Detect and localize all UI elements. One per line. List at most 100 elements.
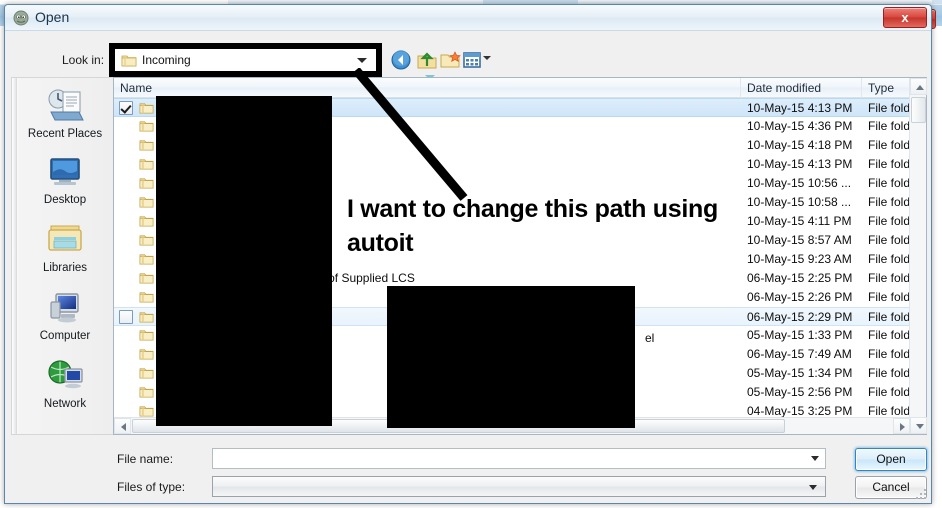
open-dialog-icon: [13, 10, 29, 26]
row-date-modified: 06-May-15 7:49 AM: [747, 347, 852, 361]
row-date-modified: 10-May-15 4:36 PM: [747, 119, 853, 133]
row-type: File fold: [868, 290, 910, 304]
dialog-close-button[interactable]: x: [883, 7, 927, 28]
row-date-modified: 05-May-15 1:33 PM: [747, 328, 853, 342]
sidebar-label-recent-places: Recent Places: [27, 128, 103, 140]
places-grip[interactable]: [12, 78, 17, 434]
folder-icon: [139, 103, 154, 114]
row-date-modified: 10-May-15 4:13 PM: [747, 101, 853, 115]
row-checkbox[interactable]: [119, 310, 133, 324]
folder-icon: [139, 254, 154, 265]
scroll-left-button[interactable]: [114, 418, 131, 434]
vertical-scrollbar[interactable]: [909, 78, 927, 434]
row-type: File fold: [868, 404, 910, 418]
vertical-scroll-thumb[interactable]: [911, 97, 926, 123]
folder-icon: [139, 178, 154, 189]
open-button[interactable]: Open: [855, 448, 927, 471]
row-date-modified: 06-May-15 2:26 PM: [747, 290, 853, 304]
file-name-label: File name:: [117, 452, 174, 466]
sidebar-label-network: Network: [43, 398, 87, 410]
dialog-titlebar: Open x: [5, 5, 931, 31]
row-type: File fold: [868, 119, 910, 133]
folder-icon: [139, 197, 154, 208]
computer-icon: [50, 293, 79, 323]
scroll-up-button[interactable]: [910, 78, 927, 95]
row-date-modified: 05-May-15 1:34 PM: [747, 366, 853, 380]
row-type: File fold: [868, 176, 910, 190]
row-type: File fold: [868, 271, 910, 285]
row-type: File fold: [868, 252, 910, 266]
row-type: File fold: [868, 385, 910, 399]
folder-icon: [139, 292, 154, 303]
redaction-box-filenames: [156, 96, 332, 426]
back-arrow-icon[interactable]: [389, 48, 413, 72]
column-header-date[interactable]: Date modified: [741, 78, 862, 98]
caret-left-icon: [121, 423, 126, 431]
recent-places-icon: [48, 89, 84, 121]
look-in-label: Look in:: [62, 53, 105, 67]
folder-icon: [139, 140, 154, 151]
sidebar-item-libraries[interactable]: Libraries: [18, 218, 112, 284]
caret-down-icon: [916, 424, 924, 429]
sidebar-label-computer: Computer: [39, 330, 91, 342]
row-type: File fold: [868, 157, 910, 171]
network-icon: [48, 360, 83, 389]
row-date-modified: 05-May-15 2:56 PM: [747, 385, 853, 399]
row-type: File fold: [868, 233, 910, 247]
scroll-down-button[interactable]: [910, 417, 927, 434]
folder-icon: [139, 349, 154, 360]
sidebar-label-desktop: Desktop: [43, 194, 87, 206]
folder-icon: [139, 216, 154, 227]
text-fragment: el: [645, 331, 655, 345]
caret-right-icon: [900, 423, 905, 431]
row-date-modified: 06-May-15 2:29 PM: [747, 310, 853, 324]
folder-icon: [139, 273, 154, 284]
row-type: File fold: [868, 195, 910, 209]
scroll-right-button[interactable]: [893, 418, 910, 434]
chevron-down-icon[interactable]: [357, 58, 367, 63]
folder-icon: [121, 55, 137, 67]
annotation-caption: I want to change this path using autoit: [347, 195, 718, 257]
sidebar-item-computer[interactable]: Computer: [18, 286, 112, 352]
libraries-icon: [48, 225, 82, 251]
redaction-box-lower: [387, 286, 635, 428]
sidebar-label-libraries: Libraries: [42, 262, 88, 274]
row-type: File fold: [868, 138, 910, 152]
files-of-type-combobox[interactable]: [212, 476, 826, 497]
views-chevron-down-icon[interactable]: [483, 56, 491, 60]
files-of-type-label: Files of type:: [117, 480, 186, 494]
folder-icon: [139, 121, 154, 132]
folder-icon: [139, 330, 154, 341]
column-header-name[interactable]: Name: [114, 78, 741, 98]
folder-icon: [139, 406, 154, 417]
row-date-modified: 10-May-15 10:56 ...: [747, 176, 852, 190]
places-sidebar: Recent Places Desktop Libraries Computer…: [11, 77, 113, 435]
row-date-modified: 06-May-15 2:25 PM: [747, 271, 853, 285]
sidebar-item-desktop[interactable]: Desktop: [18, 150, 112, 216]
column-headers: Name Date modified Type: [114, 78, 926, 98]
views-icon[interactable]: [460, 48, 484, 72]
look-in-combobox[interactable]: Incoming: [115, 49, 376, 71]
row-type: File fold: [868, 101, 910, 115]
folder-icon: [139, 387, 154, 398]
folder-icon: [139, 368, 154, 379]
row-date-modified: 04-May-15 3:25 PM: [747, 404, 853, 418]
sidebar-item-network[interactable]: Network: [18, 354, 112, 420]
folder-icon: [139, 235, 154, 246]
row-checkbox[interactable]: [119, 101, 133, 115]
desktop-icon: [50, 158, 80, 185]
row-date-modified: 10-May-15 4:18 PM: [747, 138, 853, 152]
up-one-level-icon[interactable]: [415, 48, 439, 72]
row-type: File fold: [868, 328, 910, 342]
file-name-input[interactable]: [212, 448, 826, 469]
row-date-modified: 10-May-15 4:13 PM: [747, 157, 853, 171]
folder-icon: [139, 312, 154, 323]
sidebar-item-recent-places[interactable]: Recent Places: [18, 82, 112, 148]
files-of-type-chevron-down-icon: [809, 485, 817, 490]
resize-grip[interactable]: [914, 487, 928, 501]
look-in-value: Incoming: [142, 53, 191, 67]
caret-up-icon: [916, 85, 924, 90]
dialog-title: Open: [35, 9, 70, 25]
row-type: File fold: [868, 214, 910, 228]
file-name-chevron-down-icon[interactable]: [811, 456, 819, 461]
